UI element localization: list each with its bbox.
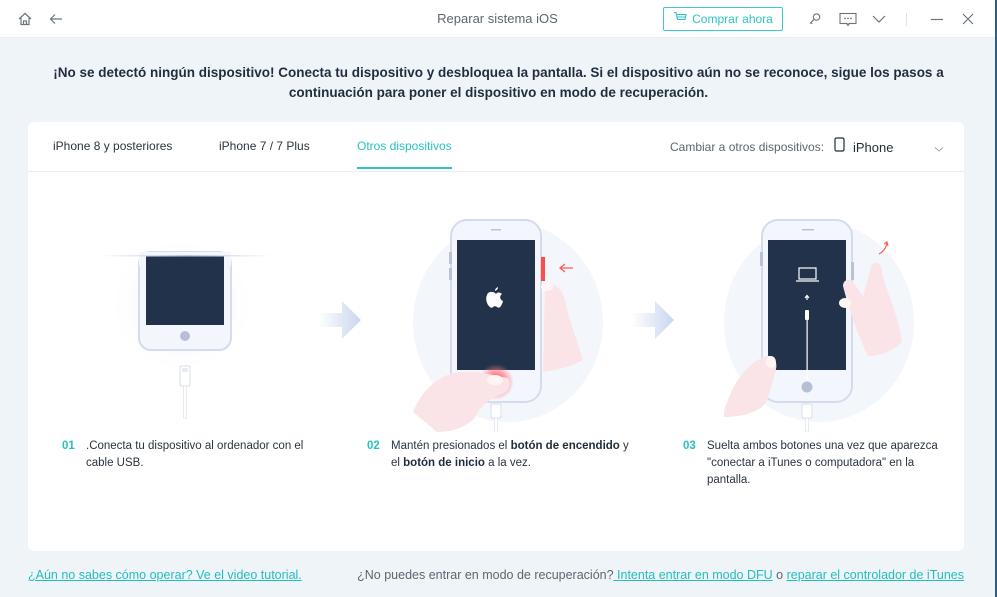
tab-other-devices[interactable]: Otros dispositivos [357, 139, 452, 169]
device-select-value: iPhone [853, 139, 894, 155]
instructions-card: iPhone 8 y posteriores iPhone 7 / 7 Plus… [28, 122, 964, 551]
home-icon[interactable] [14, 8, 36, 30]
chevron-down-icon [934, 140, 944, 158]
step3-illustration [724, 219, 914, 432]
buy-now-button[interactable]: Comprar ahora [663, 7, 783, 31]
or-text: o [772, 568, 787, 582]
home-button-term: botón de inicio [403, 457, 485, 469]
step-1: 01 .Conecta tu dispositivo al ordenador … [62, 438, 324, 472]
step-2: 02 Mantén presionados el botón de encend… [367, 438, 637, 472]
step2-illustration [413, 219, 603, 432]
recovery-question: ¿No puedes entrar en modo de recuperació… [357, 568, 614, 582]
close-icon[interactable] [957, 8, 979, 30]
tab-iphone-8-later[interactable]: iPhone 8 y posteriores [53, 139, 172, 168]
step-text: .Conecta tu dispositivo al ordenador con… [86, 440, 304, 469]
footer-right: ¿No puedes entrar en modo de recuperació… [357, 568, 964, 582]
video-tutorial-link[interactable]: ¿Aún no sabes cómo operar? Ve el video t… [28, 568, 302, 582]
footer-left: ¿Aún no sabes cómo operar? Ve el video t… [28, 568, 302, 582]
dfu-mode-link[interactable]: Intenta entrar en modo DFU [614, 568, 773, 582]
feedback-icon[interactable] [837, 8, 859, 30]
chevron-down-icon[interactable] [868, 8, 890, 30]
step-text-part: Mantén presionados el [391, 440, 511, 452]
repair-itunes-driver-link[interactable]: reparar el controlador de iTunes [787, 568, 964, 582]
step-number: 03 [683, 440, 696, 452]
phone-icon [834, 137, 845, 157]
step-text: Suelta ambos botones una vez que aparezc… [707, 440, 938, 486]
divider [906, 13, 907, 26]
key-icon[interactable] [804, 8, 826, 30]
tab-iphone-7[interactable]: iPhone 7 / 7 Plus [219, 139, 310, 168]
step-text: Mantén presionados el botón de encendido… [391, 438, 637, 472]
title-bar: Reparar sistema iOS Comprar ahora [0, 0, 995, 38]
device-switch-label: Cambiar a otros dispositivos: [670, 140, 825, 154]
back-arrow-icon[interactable] [45, 8, 67, 30]
buy-now-label: Comprar ahora [692, 12, 773, 26]
step1-illustration [100, 242, 272, 419]
minimize-icon[interactable] [926, 8, 948, 30]
power-button-term: botón de encendido [510, 440, 620, 452]
device-tabs: iPhone 8 y posteriores iPhone 7 / 7 Plus… [28, 122, 964, 172]
step-3: 03 Suelta ambos botones una vez que apar… [683, 438, 945, 489]
device-select[interactable]: iPhone [834, 135, 944, 159]
arrow-right-icon [631, 301, 674, 339]
cart-icon [673, 11, 687, 27]
step-text-part: a la vez. [484, 457, 531, 469]
step-number: 01 [62, 440, 75, 452]
no-device-message: ¡No se detectó ningún dispositivo! Conec… [53, 65, 944, 100]
step-number: 02 [367, 440, 380, 452]
arrow-right-icon [318, 301, 361, 339]
